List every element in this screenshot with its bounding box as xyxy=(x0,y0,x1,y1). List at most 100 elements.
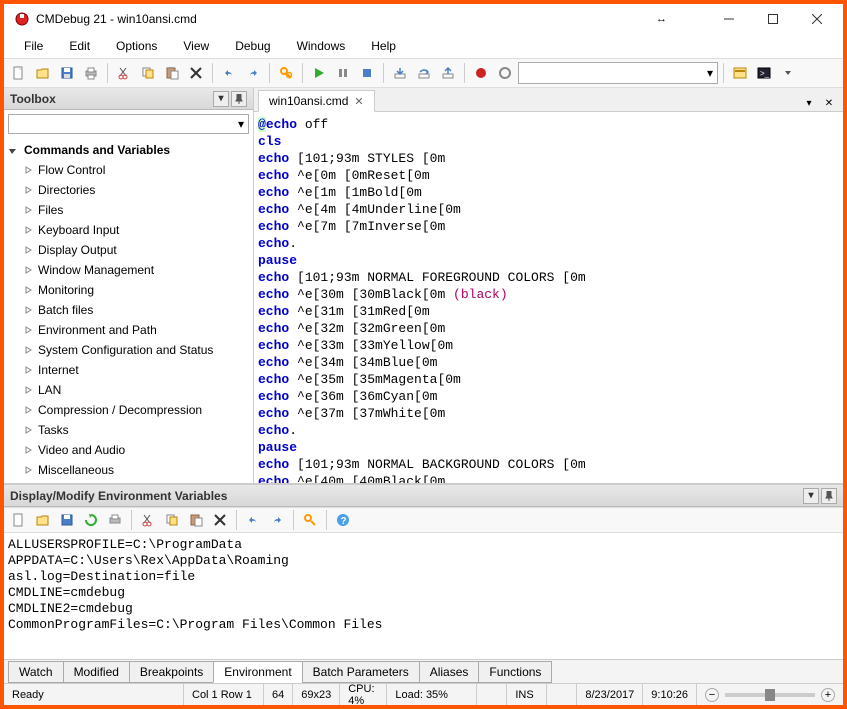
toolbox-item[interactable]: Batch files xyxy=(4,300,253,320)
menu-help[interactable]: Help xyxy=(359,35,408,57)
editor-tab[interactable]: win10ansi.cmd ✕ xyxy=(258,90,375,112)
toolbox-item[interactable]: Variables xyxy=(4,480,253,483)
delete-icon[interactable] xyxy=(209,509,231,531)
toolbox-item[interactable]: System Configuration and Status xyxy=(4,340,253,360)
menu-file[interactable]: File xyxy=(12,35,55,57)
bottom-tab-breakpoints[interactable]: Breakpoints xyxy=(129,661,214,683)
expand-icon[interactable] xyxy=(24,406,36,414)
save-icon[interactable] xyxy=(56,509,78,531)
zoom-in-icon[interactable]: + xyxy=(821,688,835,702)
new-icon[interactable] xyxy=(8,509,30,531)
toolbox-item[interactable]: Keyboard Input xyxy=(4,220,253,240)
expand-icon[interactable] xyxy=(24,366,36,374)
undo-icon[interactable] xyxy=(242,509,264,531)
help-icon[interactable]: ? xyxy=(332,509,354,531)
toolbox-search[interactable]: ▾ xyxy=(8,114,249,134)
cut-icon[interactable] xyxy=(137,509,159,531)
code-editor[interactable]: @echo off cls echo [101;93m STYLES [0m e… xyxy=(254,112,843,483)
record-icon[interactable] xyxy=(470,62,492,84)
panel-dropdown-icon[interactable]: ▾ xyxy=(213,91,229,107)
copy-icon[interactable] xyxy=(137,62,159,84)
expand-icon[interactable] xyxy=(24,306,36,314)
expand-icon[interactable] xyxy=(24,446,36,454)
record-clear-icon[interactable] xyxy=(494,62,516,84)
bottom-tab-functions[interactable]: Functions xyxy=(478,661,552,683)
toolbox-toggle-icon[interactable] xyxy=(729,62,751,84)
redo-icon[interactable] xyxy=(266,509,288,531)
step-over-icon[interactable] xyxy=(413,62,435,84)
undo-icon[interactable] xyxy=(218,62,240,84)
expand-icon[interactable] xyxy=(24,226,36,234)
minimize-button[interactable] xyxy=(707,5,751,33)
toolbox-item[interactable]: Display Output xyxy=(4,240,253,260)
paste-icon[interactable] xyxy=(185,509,207,531)
toolbox-root[interactable]: Commands and Variables xyxy=(4,140,253,160)
toolbox-item[interactable]: Directories xyxy=(4,180,253,200)
panel-pin-icon[interactable] xyxy=(231,91,247,107)
bottom-tab-batch-parameters[interactable]: Batch Parameters xyxy=(302,661,420,683)
toolbox-item[interactable]: Miscellaneous xyxy=(4,460,253,480)
expand-icon[interactable] xyxy=(24,286,36,294)
console-icon[interactable]: >_ xyxy=(753,62,775,84)
redo-icon[interactable] xyxy=(242,62,264,84)
toolbox-item[interactable]: Flow Control xyxy=(4,160,253,180)
toolbar-dropdown-icon[interactable] xyxy=(777,62,799,84)
expand-icon[interactable] xyxy=(24,426,36,434)
toolbox-item[interactable]: Tasks xyxy=(4,420,253,440)
bottom-tab-aliases[interactable]: Aliases xyxy=(419,661,480,683)
panel-dropdown-icon[interactable]: ▾ xyxy=(803,488,819,504)
expand-icon[interactable] xyxy=(24,466,36,474)
refresh-icon[interactable] xyxy=(80,509,102,531)
menu-view[interactable]: View xyxy=(171,35,221,57)
toolbox-item[interactable]: Files xyxy=(4,200,253,220)
env-text[interactable]: ALLUSERSPROFILE=C:\ProgramData APPDATA=C… xyxy=(4,533,843,659)
new-file-icon[interactable] xyxy=(8,62,30,84)
step-out-icon[interactable] xyxy=(437,62,459,84)
bottom-tab-modified[interactable]: Modified xyxy=(63,661,130,683)
find-icon[interactable] xyxy=(299,509,321,531)
toolbox-item[interactable]: Environment and Path xyxy=(4,320,253,340)
run-icon[interactable] xyxy=(308,62,330,84)
panel-pin-icon[interactable] xyxy=(821,488,837,504)
bottom-tab-environment[interactable]: Environment xyxy=(213,661,302,683)
open-file-icon[interactable] xyxy=(32,62,54,84)
stop-icon[interactable] xyxy=(356,62,378,84)
menu-options[interactable]: Options xyxy=(104,35,169,57)
zoom-slider[interactable] xyxy=(725,693,815,697)
maximize-button[interactable] xyxy=(751,5,795,33)
expand-icon[interactable] xyxy=(24,326,36,334)
menu-debug[interactable]: Debug xyxy=(223,35,282,57)
tab-close-icon[interactable]: ✕ xyxy=(354,95,363,108)
zoom-out-icon[interactable]: − xyxy=(705,688,719,702)
menu-windows[interactable]: Windows xyxy=(285,35,358,57)
open-icon[interactable] xyxy=(32,509,54,531)
toolbox-item[interactable]: Internet xyxy=(4,360,253,380)
toolbox-item[interactable]: Video and Audio xyxy=(4,440,253,460)
resize-handle-icon[interactable]: ↔ xyxy=(656,13,667,25)
pause-icon[interactable] xyxy=(332,62,354,84)
save-icon[interactable] xyxy=(56,62,78,84)
expand-icon[interactable] xyxy=(24,206,36,214)
paste-icon[interactable] xyxy=(161,62,183,84)
find-icon[interactable] xyxy=(275,62,297,84)
copy-icon[interactable] xyxy=(161,509,183,531)
toolbox-item[interactable]: LAN xyxy=(4,380,253,400)
expand-icon[interactable] xyxy=(8,146,20,155)
tabs-dropdown-icon[interactable]: ▾ xyxy=(801,95,817,111)
cut-icon[interactable] xyxy=(113,62,135,84)
expand-icon[interactable] xyxy=(24,386,36,394)
expand-icon[interactable] xyxy=(24,266,36,274)
bottom-tab-watch[interactable]: Watch xyxy=(8,661,64,683)
step-into-icon[interactable] xyxy=(389,62,411,84)
toolbox-item[interactable]: Compression / Decompression xyxy=(4,400,253,420)
expand-icon[interactable] xyxy=(24,166,36,174)
expand-icon[interactable] xyxy=(24,186,36,194)
print-icon[interactable] xyxy=(104,509,126,531)
print-icon[interactable] xyxy=(80,62,102,84)
menu-edit[interactable]: Edit xyxy=(57,35,102,57)
close-button[interactable] xyxy=(795,5,839,33)
expand-icon[interactable] xyxy=(24,346,36,354)
zoom-control[interactable]: − + xyxy=(697,684,843,705)
tabs-close-icon[interactable]: ✕ xyxy=(821,95,837,111)
toolbox-tree[interactable]: Commands and Variables Flow ControlDirec… xyxy=(4,138,253,483)
